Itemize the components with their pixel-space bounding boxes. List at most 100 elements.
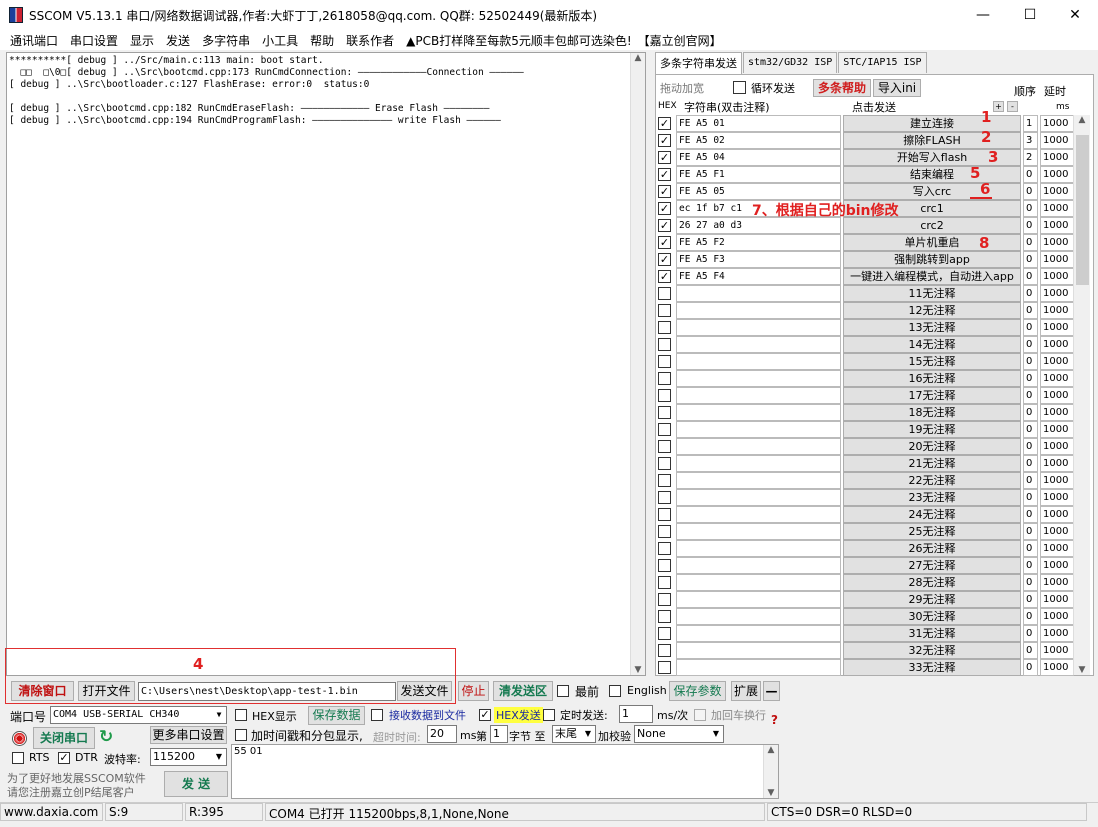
menu-pcb-ad[interactable]: ▲PCB打样降至每款5元顺丰包邮可选染色! bbox=[406, 32, 632, 49]
row-seq-input[interactable]: 0 bbox=[1023, 200, 1038, 217]
row-seq-input[interactable]: 0 bbox=[1023, 489, 1038, 506]
row-delay-input[interactable]: 1000 bbox=[1040, 625, 1074, 642]
drag-widen-label[interactable]: 拖动加宽 bbox=[660, 80, 704, 96]
row-hex-checkbox[interactable] bbox=[658, 474, 671, 487]
row-send-button[interactable]: 15无注释 bbox=[843, 353, 1021, 370]
row-send-button[interactable]: 21无注释 bbox=[843, 455, 1021, 472]
always-on-top-checkbox[interactable] bbox=[557, 685, 569, 697]
menu-official-site[interactable]: 【嘉立创官网】 bbox=[638, 32, 722, 49]
row-seq-input[interactable]: 1 bbox=[1023, 115, 1038, 132]
row-hex-checkbox[interactable]: ✓ bbox=[658, 117, 671, 130]
row-send-button[interactable]: 25无注释 bbox=[843, 523, 1021, 540]
send-scrollbar[interactable]: ▲ ▼ bbox=[763, 745, 778, 798]
file-path-input[interactable]: C:\Users\nest\Desktop\app-test-1.bin bbox=[138, 682, 396, 701]
row-delay-input[interactable]: 1000 bbox=[1040, 234, 1074, 251]
menu-help[interactable]: 帮助 bbox=[310, 32, 334, 49]
row-string-input[interactable]: FE A5 F2 bbox=[676, 234, 841, 251]
row-string-input[interactable] bbox=[676, 489, 841, 506]
row-delay-input[interactable]: 1000 bbox=[1040, 608, 1074, 625]
row-delay-input[interactable]: 1000 bbox=[1040, 659, 1074, 676]
row-seq-input[interactable]: 0 bbox=[1023, 319, 1038, 336]
row-send-button[interactable]: 13无注释 bbox=[843, 319, 1021, 336]
row-seq-input[interactable]: 0 bbox=[1023, 523, 1038, 540]
row-seq-input[interactable]: 0 bbox=[1023, 268, 1038, 285]
menu-send[interactable]: 发送 bbox=[166, 32, 190, 49]
checksum-select[interactable]: None ▼ bbox=[634, 725, 724, 743]
row-string-input[interactable] bbox=[676, 387, 841, 404]
open-file-button[interactable]: 打开文件 bbox=[78, 681, 135, 701]
row-seq-input[interactable]: 0 bbox=[1023, 472, 1038, 489]
send-file-button[interactable]: 发送文件 bbox=[397, 681, 452, 701]
send-button[interactable]: 发 送 bbox=[164, 771, 228, 797]
save-params-button[interactable]: 保存参数 bbox=[669, 681, 726, 701]
menu-display[interactable]: 显示 bbox=[130, 32, 154, 49]
stop-button[interactable]: 停止 bbox=[458, 681, 489, 701]
scroll-up-icon[interactable]: ▲ bbox=[631, 53, 645, 63]
row-hex-checkbox[interactable]: ✓ bbox=[658, 151, 671, 164]
row-hex-checkbox[interactable] bbox=[658, 627, 671, 640]
row-hex-checkbox[interactable]: ✓ bbox=[658, 134, 671, 147]
row-seq-input[interactable]: 3 bbox=[1023, 132, 1038, 149]
tab-stc-isp[interactable]: STC/IAP15 ISP bbox=[838, 52, 927, 73]
row-seq-input[interactable]: 0 bbox=[1023, 404, 1038, 421]
row-send-button[interactable]: 结束编程 bbox=[843, 166, 1021, 183]
add-row-button[interactable]: + bbox=[993, 101, 1004, 112]
row-hex-checkbox[interactable]: ✓ bbox=[658, 168, 671, 181]
row-send-button[interactable]: 24无注释 bbox=[843, 506, 1021, 523]
row-string-input[interactable] bbox=[676, 523, 841, 540]
log-scrollbar[interactable]: ▲ ▼ bbox=[630, 53, 645, 675]
row-delay-input[interactable]: 1000 bbox=[1040, 166, 1074, 183]
row-delay-input[interactable]: 1000 bbox=[1040, 149, 1074, 166]
row-delay-input[interactable]: 1000 bbox=[1040, 285, 1074, 302]
row-string-input[interactable]: FE A5 04 bbox=[676, 149, 841, 166]
row-seq-input[interactable]: 0 bbox=[1023, 438, 1038, 455]
row-delay-input[interactable]: 1000 bbox=[1040, 132, 1074, 149]
row-seq-input[interactable]: 0 bbox=[1023, 217, 1038, 234]
close-button[interactable]: ✕ bbox=[1052, 0, 1098, 30]
row-seq-input[interactable]: 0 bbox=[1023, 625, 1038, 642]
row-delay-input[interactable]: 1000 bbox=[1040, 421, 1074, 438]
end-select[interactable]: 末尾 ▼ bbox=[552, 725, 596, 743]
row-string-input[interactable]: FE A5 02 bbox=[676, 132, 841, 149]
row-send-button[interactable]: 11无注释 bbox=[843, 285, 1021, 302]
collapse-button[interactable]: — bbox=[763, 681, 780, 701]
row-send-button[interactable]: 23无注释 bbox=[843, 489, 1021, 506]
row-hex-checkbox[interactable] bbox=[658, 457, 671, 470]
row-send-button[interactable]: 22无注释 bbox=[843, 472, 1021, 489]
row-delay-input[interactable]: 1000 bbox=[1040, 183, 1074, 200]
english-checkbox[interactable] bbox=[609, 685, 621, 697]
hex-send-checkbox[interactable]: ✓ bbox=[479, 709, 491, 721]
row-string-input[interactable] bbox=[676, 608, 841, 625]
scroll-up-icon[interactable]: ▲ bbox=[764, 745, 778, 755]
scroll-up-icon[interactable]: ▲ bbox=[1074, 115, 1090, 125]
row-seq-input[interactable]: 0 bbox=[1023, 557, 1038, 574]
row-hex-checkbox[interactable] bbox=[658, 355, 671, 368]
row-delay-input[interactable]: 1000 bbox=[1040, 387, 1074, 404]
row-string-input[interactable]: FE A5 01 bbox=[676, 115, 841, 132]
row-hex-checkbox[interactable] bbox=[658, 406, 671, 419]
row-hex-checkbox[interactable] bbox=[658, 304, 671, 317]
row-delay-input[interactable]: 1000 bbox=[1040, 370, 1074, 387]
row-seq-input[interactable]: 0 bbox=[1023, 353, 1038, 370]
row-send-button[interactable]: 一键进入编程模式，自动进入app bbox=[843, 268, 1021, 285]
row-string-input[interactable] bbox=[676, 336, 841, 353]
refresh-icon[interactable]: ↻ bbox=[99, 727, 113, 747]
scroll-thumb[interactable] bbox=[1076, 135, 1089, 285]
scroll-down-icon[interactable]: ▼ bbox=[764, 788, 778, 798]
row-send-button[interactable]: 32无注释 bbox=[843, 642, 1021, 659]
receive-log[interactable]: **********[ debug ] ../Src/main.c:113 ma… bbox=[6, 52, 646, 676]
row-delay-input[interactable]: 1000 bbox=[1040, 438, 1074, 455]
row-hex-checkbox[interactable]: ✓ bbox=[658, 185, 671, 198]
row-send-button[interactable]: 29无注释 bbox=[843, 591, 1021, 608]
row-send-button[interactable]: 28无注释 bbox=[843, 574, 1021, 591]
row-seq-input[interactable]: 0 bbox=[1023, 574, 1038, 591]
scroll-down-icon[interactable]: ▼ bbox=[631, 665, 645, 675]
row-seq-input[interactable]: 0 bbox=[1023, 608, 1038, 625]
row-hex-checkbox[interactable] bbox=[658, 525, 671, 538]
byte-input[interactable]: 1 bbox=[490, 725, 508, 743]
more-port-settings-button[interactable]: 更多串口设置 bbox=[150, 726, 227, 744]
row-delay-input[interactable]: 1000 bbox=[1040, 200, 1074, 217]
row-send-button[interactable]: 单片机重启 bbox=[843, 234, 1021, 251]
clear-send-area-button[interactable]: 清发送区 bbox=[493, 681, 553, 701]
row-seq-input[interactable]: 0 bbox=[1023, 540, 1038, 557]
